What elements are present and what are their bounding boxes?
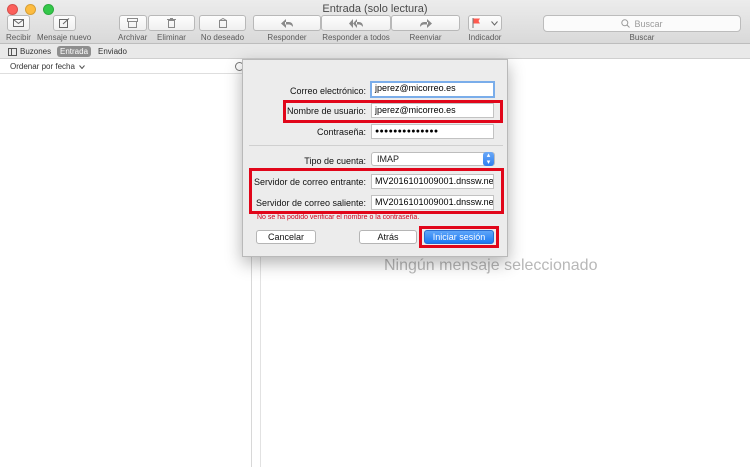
reply-all-label: Responder a todos (322, 33, 390, 42)
favorite-mailboxes[interactable]: Buzones (5, 46, 54, 57)
new-message-control[interactable] (52, 15, 76, 31)
reply-all-button[interactable]: Responder a todos (321, 15, 391, 42)
archive-control[interactable] (118, 15, 147, 31)
envelope-icon (12, 19, 24, 27)
reply-button[interactable]: Responder (253, 15, 321, 42)
incoming-server-field[interactable]: MV2016101009001.dnssw.net (371, 174, 494, 189)
archive-icon (127, 18, 139, 28)
compose-icon (58, 18, 69, 28)
username-label: Nombre de usuario: (286, 106, 366, 116)
forward-label: Reenviar (409, 33, 442, 42)
flag-icon (472, 18, 480, 28)
reply-label: Responder (267, 33, 307, 42)
delete-label: Eliminar (157, 33, 186, 42)
chevron-down-icon (79, 65, 86, 70)
junk-label: No deseado (200, 33, 245, 42)
favorite-inbox[interactable]: Entrada (57, 46, 92, 57)
mail-window: Entrada (solo lectura) Recibir Mensaje n… (0, 0, 750, 467)
archive-label: Archivar (118, 33, 148, 42)
delete-control[interactable] (148, 15, 195, 31)
new-message-button[interactable]: Mensaje nuevo (37, 15, 91, 42)
new-message-label: Mensaje nuevo (37, 33, 92, 42)
trash-icon (167, 18, 176, 28)
search-icon (621, 19, 631, 28)
favorite-mailboxes-label: Buzones (20, 47, 52, 56)
flag-control[interactable] (468, 15, 502, 31)
flag-button[interactable]: Indicador (468, 15, 502, 42)
chevron-down-icon (491, 20, 498, 26)
archive-button[interactable]: Archivar (118, 15, 147, 42)
get-mail-control[interactable] (6, 15, 30, 31)
forward-icon (419, 18, 432, 28)
incoming-server-label: Servidor de correo entrante: (253, 177, 366, 187)
delete-button[interactable]: Eliminar (148, 15, 195, 42)
outgoing-server-field[interactable]: MV2016101009001.dnssw.net (371, 195, 494, 210)
junk-control[interactable] (199, 15, 246, 31)
junk-icon (218, 18, 227, 28)
account-type-value: IMAP (377, 154, 400, 164)
search-placeholder: Buscar (634, 18, 663, 29)
separator (249, 145, 503, 146)
reply-all-control[interactable] (321, 15, 391, 31)
account-type-label: Tipo de cuenta: (304, 156, 366, 166)
email-label: Correo electrónico: (289, 86, 366, 96)
reply-icon (281, 18, 293, 28)
favorite-inbox-label: Entrada (60, 47, 89, 56)
forward-button[interactable]: Reenviar (391, 15, 460, 42)
get-mail-label: Recibir (6, 33, 31, 42)
sign-in-button[interactable]: Iniciar sesión (424, 230, 494, 244)
account-sign-in-sheet: Correo electrónico: jperez@micorreo.es N… (242, 59, 508, 257)
password-label: Contraseña: (316, 127, 366, 137)
reply-control[interactable] (253, 15, 321, 31)
sort-label: Ordenar por fecha (10, 62, 75, 71)
username-field[interactable]: jperez@micorreo.es (371, 103, 494, 118)
password-field[interactable]: ●●●●●●●●●●●●●● (371, 124, 494, 139)
favorite-sent[interactable]: Enviado (95, 46, 130, 57)
search-label: Buscar (629, 33, 655, 42)
error-message: No se ha podido verificar el nombre o la… (257, 214, 420, 221)
message-list: Ordenar por fecha (0, 59, 252, 467)
forward-control[interactable] (391, 15, 460, 31)
favorite-sent-label: Enviado (98, 47, 127, 56)
favorites-bar: Buzones Entrada Enviado (0, 44, 750, 59)
sidebar-icon (8, 47, 17, 56)
select-arrows-icon: ▴ ▾ (483, 152, 494, 166)
account-type-select[interactable]: IMAP ▴ ▾ (371, 152, 495, 166)
reply-all-icon (349, 18, 363, 28)
get-mail-button[interactable]: Recibir (6, 15, 31, 42)
junk-button[interactable]: No deseado (199, 15, 246, 42)
email-field[interactable]: jperez@micorreo.es (370, 81, 495, 98)
cancel-button[interactable]: Cancelar (256, 230, 316, 244)
sort-control[interactable]: Ordenar por fecha (0, 59, 251, 74)
window-title: Entrada (solo lectura) (322, 3, 428, 15)
outgoing-server-label: Servidor de correo saliente: (255, 198, 366, 208)
no-message-selected: Ningún mensaje seleccionado (384, 257, 598, 274)
search-input[interactable]: Buscar (543, 15, 741, 32)
back-button[interactable]: Atrás (359, 230, 417, 244)
flag-label: Indicador (468, 33, 502, 42)
toolbar: Entrada (solo lectura) Recibir Mensaje n… (0, 0, 750, 44)
